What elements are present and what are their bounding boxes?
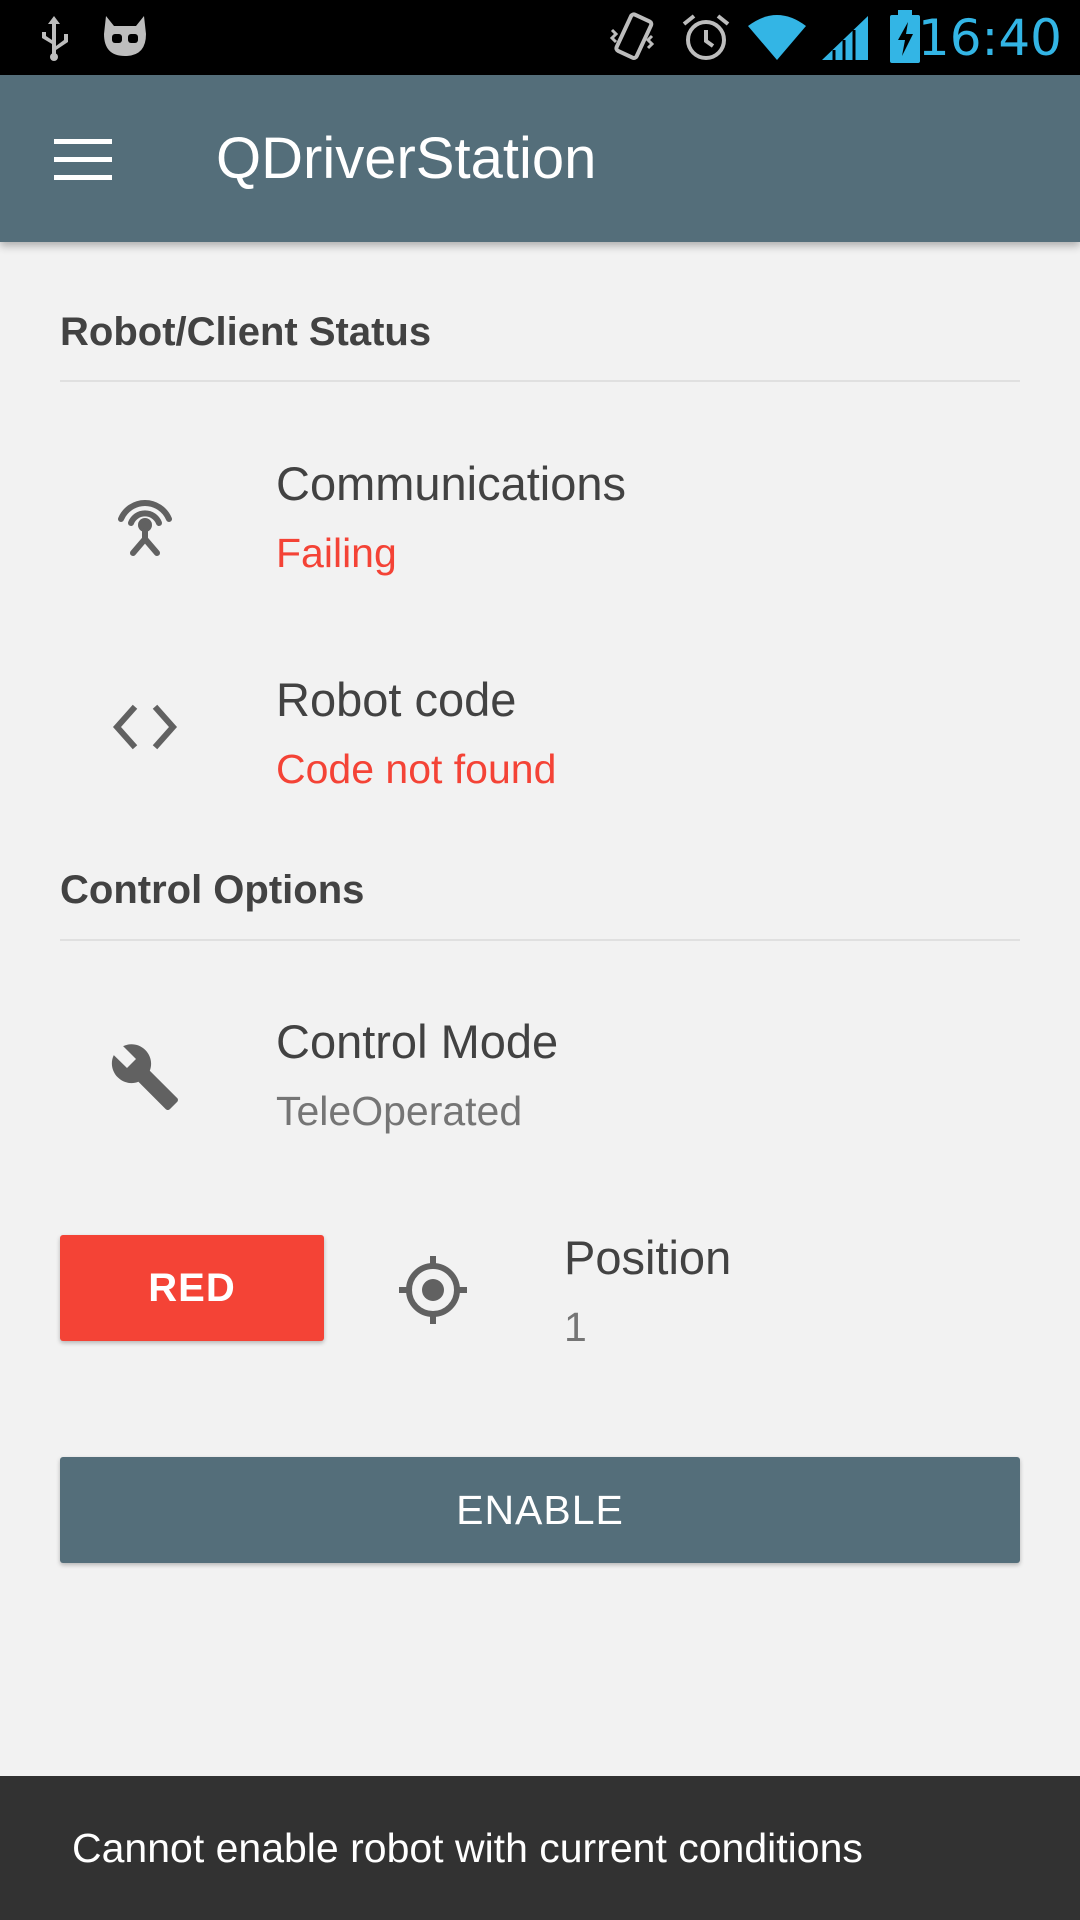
control-mode-value: TeleOperated <box>276 1088 523 1134</box>
position-value: 1 <box>564 1304 587 1350</box>
communications-status: Failing <box>276 530 397 576</box>
control-mode-title: Control Mode <box>276 1015 559 1068</box>
status-bar: 16:40 <box>0 0 1080 75</box>
control-section-header: Control Options <box>60 868 365 912</box>
cyanogenmod-icon <box>100 14 150 65</box>
wrench-icon <box>100 1032 190 1122</box>
clock-time: 16:40 <box>917 9 1062 67</box>
app-title: QDriverStation <box>216 126 597 191</box>
usb-icon <box>36 14 72 67</box>
code-icon <box>100 682 190 772</box>
menu-icon <box>54 139 112 180</box>
position-title: Position <box>564 1231 732 1284</box>
snackbar: Cannot enable robot with current conditi… <box>0 1776 1080 1920</box>
snackbar-message: Cannot enable robot with current conditi… <box>72 1825 863 1871</box>
alarm-icon <box>680 12 732 69</box>
enable-button[interactable]: ENABLE <box>60 1457 1020 1563</box>
status-section-header: Robot/Client Status <box>60 310 432 354</box>
app-bar: QDriverStation <box>0 75 1080 242</box>
battery-charging-icon <box>888 10 922 69</box>
wifi-icon <box>746 12 808 67</box>
communications-title: Communications <box>276 457 627 510</box>
robot-code-row[interactable] <box>60 650 1020 820</box>
main-content: Robot/Client Status Communications Faili… <box>0 242 1080 1776</box>
divider <box>60 939 1020 941</box>
divider <box>60 380 1020 382</box>
antenna-icon <box>100 476 190 566</box>
menu-button[interactable] <box>40 117 126 203</box>
vibrate-icon <box>608 10 658 71</box>
robot-code-status: Code not found <box>276 746 557 792</box>
alliance-button[interactable]: RED <box>60 1235 324 1341</box>
cell-signal-icon <box>820 14 870 67</box>
robot-code-title: Robot code <box>276 673 517 726</box>
